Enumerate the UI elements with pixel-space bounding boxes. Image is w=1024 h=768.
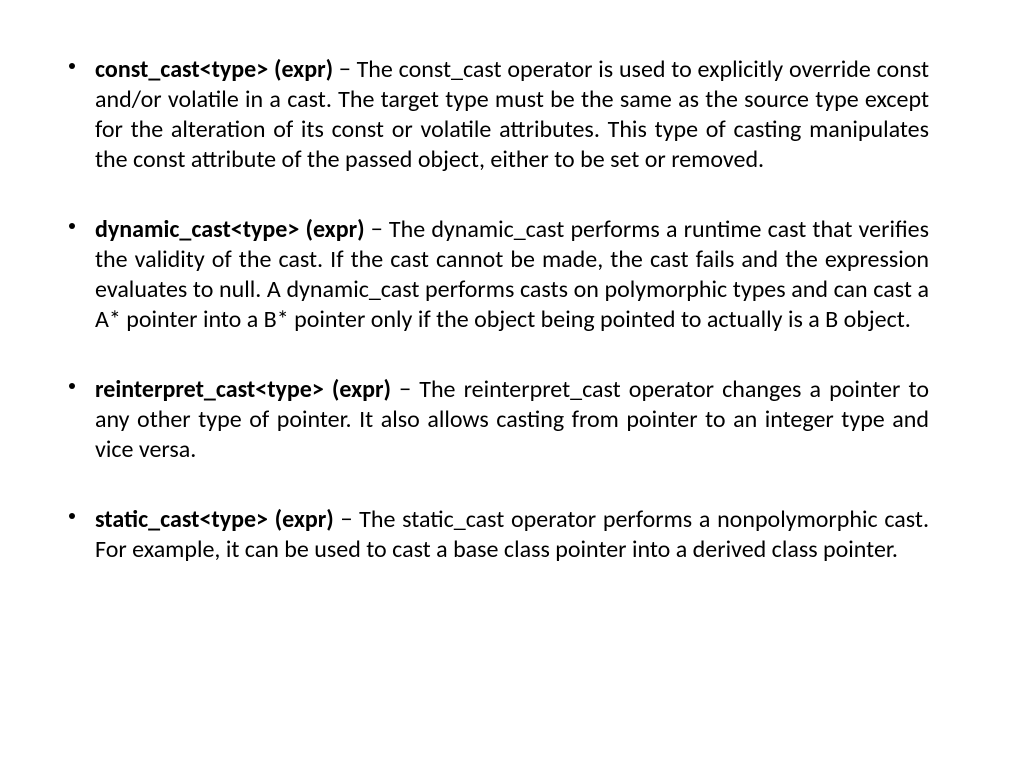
bullet-list: const_cast<type> (expr) − The const_cast…	[95, 55, 929, 565]
list-item: const_cast<type> (expr) − The const_cast…	[95, 55, 929, 175]
term: static_cast<type> (expr)	[95, 505, 334, 534]
bullet-icon	[69, 63, 75, 69]
bullet-icon	[69, 223, 75, 229]
term: dynamic_cast<type> (expr)	[95, 215, 365, 244]
slide-content: const_cast<type> (expr) − The const_cast…	[0, 0, 1024, 768]
term: const_cast<type> (expr)	[95, 55, 333, 84]
list-item: static_cast<type> (expr) − The static_ca…	[95, 505, 929, 565]
bullet-icon	[69, 513, 75, 519]
list-item: reinterpret_cast<type> (expr) − The rein…	[95, 375, 929, 465]
term: reinterpret_cast<type> (expr)	[95, 375, 391, 404]
list-item: dynamic_cast<type> (expr) − The dynamic_…	[95, 215, 929, 335]
bullet-icon	[69, 383, 75, 389]
